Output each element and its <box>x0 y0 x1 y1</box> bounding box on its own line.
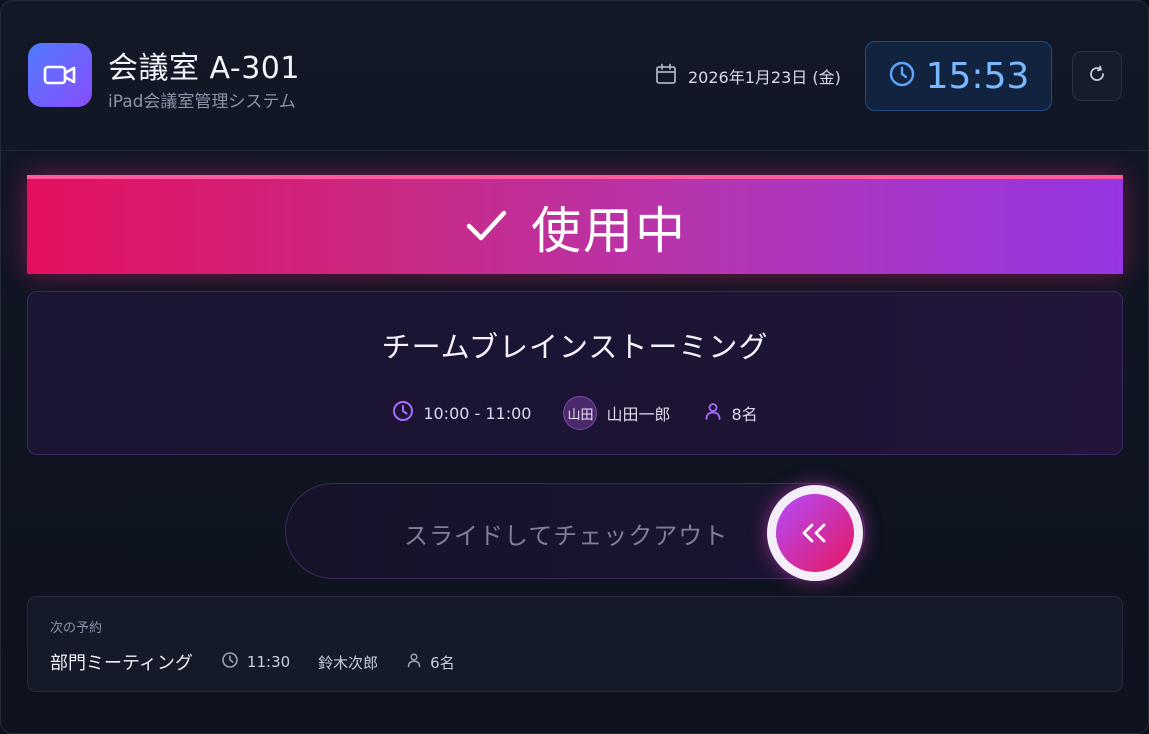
clock-icon <box>221 651 239 673</box>
status-banner: 使用中 <box>27 175 1123 274</box>
system-subtitle: iPad会議室管理システム <box>108 92 296 112</box>
meeting-time: 10:00 - 11:00 <box>392 400 531 426</box>
next-booking-time: 11:30 <box>221 651 290 673</box>
avatar: 山田 <box>563 396 598 430</box>
meeting-time-text: 10:00 - 11:00 <box>423 403 532 423</box>
next-attendee-count: 6名 <box>430 653 455 672</box>
video-camera-icon <box>28 43 92 107</box>
next-booking-details: 部門ミーティング 11:30 鈴木次郎 6名 <box>50 649 455 675</box>
app-window: 会議室 A-301 iPad会議室管理システム 2026年1月23日 (金) 1… <box>0 0 1149 734</box>
date-text: 2026年1月23日 (金) <box>688 68 841 87</box>
meeting-organizer: 山田 山田一郎 <box>563 396 671 430</box>
person-icon <box>703 401 723 425</box>
room-title: 会議室 A-301 <box>108 51 300 86</box>
date-display: 2026年1月23日 (金) <box>655 63 841 89</box>
next-booking-attendees: 6名 <box>406 652 455 673</box>
person-icon <box>406 652 422 672</box>
status-label: 使用中 <box>531 201 687 260</box>
next-booking-label: 次の予約 <box>50 621 103 636</box>
clock-icon <box>392 400 414 426</box>
header: 会議室 A-301 iPad会議室管理システム 2026年1月23日 (金) 1… <box>1 1 1148 151</box>
next-booking-card: 次の予約 部門ミーティング 11:30 鈴木次郎 6名 <box>27 596 1123 692</box>
refresh-button[interactable] <box>1072 51 1122 101</box>
next-booking-organizer: 鈴木次郎 <box>318 653 379 672</box>
clock-icon <box>888 60 916 92</box>
slider-handle[interactable] <box>767 485 863 581</box>
clock-display: 15:53 <box>865 41 1052 111</box>
calendar-icon <box>655 63 677 89</box>
slider-label: スライドしてチェックアウト <box>404 522 729 550</box>
meeting-title: チームブレインストーミング <box>381 330 769 364</box>
attendee-count: 8名 <box>731 405 758 424</box>
next-time-text: 11:30 <box>246 653 291 671</box>
meeting-attendees: 8名 <box>703 401 758 425</box>
organizer-name: 山田一郎 <box>606 405 671 424</box>
check-icon <box>463 202 509 252</box>
current-time: 15:53 <box>925 55 1030 97</box>
double-chevron-left-icon <box>776 494 854 572</box>
current-meeting-card: チームブレインストーミング 10:00 - 11:00 山田 山田一郎 8名 <box>27 291 1123 455</box>
meeting-details: 10:00 - 11:00 山田 山田一郎 8名 <box>28 396 1122 430</box>
next-booking-title: 部門ミーティング <box>50 653 193 674</box>
refresh-icon <box>1087 64 1107 88</box>
